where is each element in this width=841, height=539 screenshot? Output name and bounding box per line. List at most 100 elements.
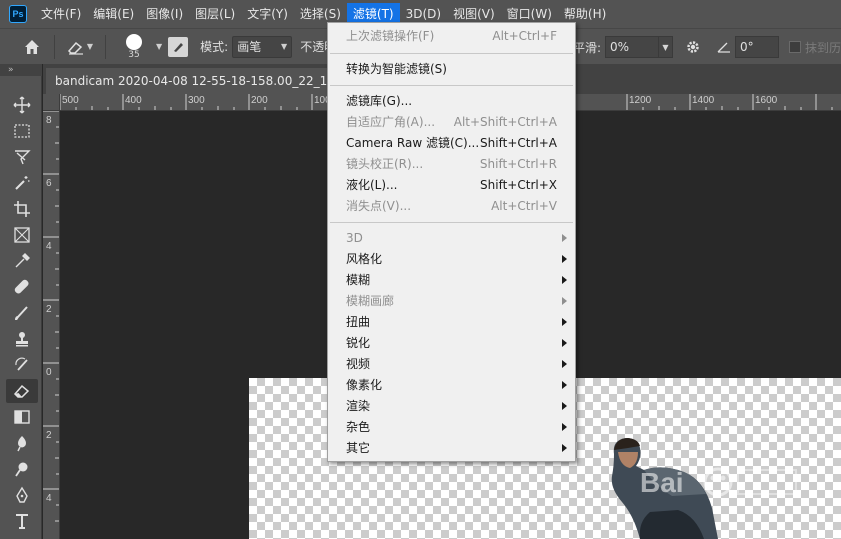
- menu-image[interactable]: 图像(I): [140, 3, 189, 25]
- menu-item-sharpen[interactable]: 锐化: [328, 333, 575, 354]
- ruler-origin[interactable]: [43, 94, 60, 111]
- menu-item-shortcut: Shift+Ctrl+R: [479, 157, 557, 171]
- menu-item-liquify[interactable]: 液化(L)... Shift+Ctrl+X: [328, 175, 575, 196]
- dodge-icon: [15, 462, 28, 477]
- lasso-tool[interactable]: [6, 145, 38, 169]
- frame-tool[interactable]: [6, 223, 38, 247]
- home-button[interactable]: [18, 34, 46, 60]
- smoothing-dropdown[interactable]: ▼: [658, 36, 673, 58]
- vertical-ruler-ticks: [43, 111, 59, 522]
- menu-item-label: 杂色: [346, 420, 371, 434]
- smoothing-label: 平滑:: [572, 40, 601, 55]
- toolbar-collapse[interactable]: »: [0, 64, 42, 76]
- chevron-down-icon[interactable]: ▼: [156, 42, 162, 51]
- menu-item-label: 风格化: [346, 252, 383, 266]
- menu-item-label: 模糊: [346, 273, 371, 287]
- brush-tool[interactable]: [6, 301, 38, 325]
- blur-icon: [17, 436, 26, 452]
- history-brush-tool[interactable]: [6, 353, 38, 377]
- menu-item-label: 3D: [346, 231, 363, 245]
- pen-tool[interactable]: [6, 483, 38, 507]
- bandage-icon: [14, 279, 29, 294]
- menu-type[interactable]: 文字(Y): [241, 3, 294, 25]
- erase-to-history-checkbox[interactable]: [788, 41, 801, 53]
- submenu-arrow-icon: [562, 444, 567, 452]
- photoshop-logo: Ps: [9, 5, 27, 23]
- menu-item-vanishing-point[interactable]: 消失点(V)... Alt+Ctrl+V: [328, 196, 575, 217]
- submenu-arrow-icon: [562, 402, 567, 410]
- menu-item-pixelate[interactable]: 像素化: [328, 375, 575, 396]
- dodge-tool[interactable]: [6, 457, 38, 481]
- frame-icon: [14, 227, 30, 243]
- move-tool[interactable]: [6, 93, 38, 117]
- eraser-tool[interactable]: [6, 379, 38, 403]
- type-icon: [16, 514, 28, 529]
- menu-item-3d[interactable]: 3D: [328, 228, 575, 249]
- ruler-label: 400: [125, 95, 142, 106]
- ruler-label: 8: [46, 115, 52, 126]
- gradient-tool[interactable]: [6, 405, 38, 429]
- submenu-arrow-icon: [562, 276, 567, 284]
- menu-item-blur-gallery[interactable]: 模糊画廊: [328, 291, 575, 312]
- menu-item-label: 液化(L)...: [346, 178, 398, 192]
- clone-stamp-tool[interactable]: [6, 327, 38, 351]
- blur-tool[interactable]: [6, 431, 38, 455]
- document-tab[interactable]: bandicam 2020-04-08 12-55-18-158.00_22_1…: [46, 68, 346, 94]
- menu-item-convert-smart-filter[interactable]: 转换为智能滤镜(S): [328, 59, 575, 80]
- menu-item-label: 上次滤镜操作(F): [346, 29, 435, 43]
- menu-file[interactable]: 文件(F): [35, 3, 87, 25]
- menu-item-shortcut: Shift+Ctrl+X: [480, 178, 557, 192]
- menu-item-filter-gallery[interactable]: 滤镜库(G)...: [328, 91, 575, 112]
- type-tool[interactable]: [6, 509, 38, 533]
- ruler-label: 2: [46, 304, 52, 315]
- magic-wand-tool[interactable]: [6, 171, 38, 195]
- menu-item-render[interactable]: 渲染: [328, 396, 575, 417]
- submenu-arrow-icon: [562, 318, 567, 326]
- menu-item-label: 消失点(V)...: [346, 199, 412, 213]
- brush-preset-picker[interactable]: 35: [114, 31, 154, 63]
- menu-item-distort[interactable]: 扭曲: [328, 312, 575, 333]
- menu-edit[interactable]: 编辑(E): [87, 3, 140, 25]
- brush-size-value: 35: [128, 49, 140, 60]
- home-icon: [25, 39, 39, 54]
- smoothing-input[interactable]: 0%: [604, 36, 659, 58]
- menu-item-last-filter[interactable]: 上次滤镜操作(F) Alt+Ctrl+F: [328, 26, 575, 47]
- brush-settings-button[interactable]: [168, 36, 189, 57]
- menu-item-stylize[interactable]: 风格化: [328, 249, 575, 270]
- menu-item-label: 锐化: [346, 336, 371, 350]
- submenu-arrow-icon: [562, 381, 567, 389]
- ruler-label: 0: [46, 367, 52, 378]
- separator: [105, 34, 106, 59]
- menu-item-shortcut: Alt+Ctrl+V: [491, 199, 557, 213]
- menu-item-noise[interactable]: 杂色: [328, 417, 575, 438]
- marquee-tool[interactable]: [6, 119, 38, 143]
- menu-item-adaptive-wide-angle[interactable]: 自适应广角(A)... Alt+Shift+Ctrl+A: [328, 112, 575, 133]
- eyedropper-tool[interactable]: [6, 249, 38, 273]
- move-icon: [13, 96, 31, 114]
- healing-brush-tool[interactable]: [6, 275, 38, 299]
- menu-item-label: Camera Raw 滤镜(C)...: [346, 136, 480, 150]
- menu-item-lens-correction[interactable]: 镜头校正(R)... Shift+Ctrl+R: [328, 154, 575, 175]
- vertical-ruler[interactable]: 8 6 4 2 0 2 4: [43, 111, 60, 539]
- menu-item-other[interactable]: 其它: [328, 438, 575, 459]
- menu-item-video[interactable]: 视频: [328, 354, 575, 375]
- submenu-arrow-icon: [562, 339, 567, 347]
- menu-item-blur[interactable]: 模糊: [328, 270, 575, 291]
- submenu-arrow-icon: [562, 423, 567, 431]
- gradient-icon: [14, 410, 30, 424]
- mode-select[interactable]: 画笔 ▼: [232, 35, 293, 58]
- chevron-down-icon: ▼: [86, 42, 94, 51]
- ruler-label: 1600: [755, 95, 778, 106]
- crop-tool[interactable]: [6, 197, 38, 221]
- angle-input[interactable]: 0°: [734, 36, 779, 58]
- menu-separator: [330, 222, 573, 223]
- menu-item-camera-raw[interactable]: Camera Raw 滤镜(C)... Shift+Ctrl+A: [328, 133, 575, 154]
- smoothing-options-button[interactable]: [683, 39, 703, 55]
- menu-layer[interactable]: 图层(L): [189, 3, 241, 25]
- brush-tip-preview: [126, 33, 142, 50]
- mode-value: 画笔: [237, 40, 262, 54]
- erase-to-history-label: 抹到历: [804, 40, 841, 55]
- filter-menu-dropdown: 上次滤镜操作(F) Alt+Ctrl+F 转换为智能滤镜(S) 滤镜库(G)..…: [327, 22, 576, 462]
- tool-preset-picker[interactable]: ▼: [63, 34, 97, 60]
- ruler-label: 1400: [692, 95, 715, 106]
